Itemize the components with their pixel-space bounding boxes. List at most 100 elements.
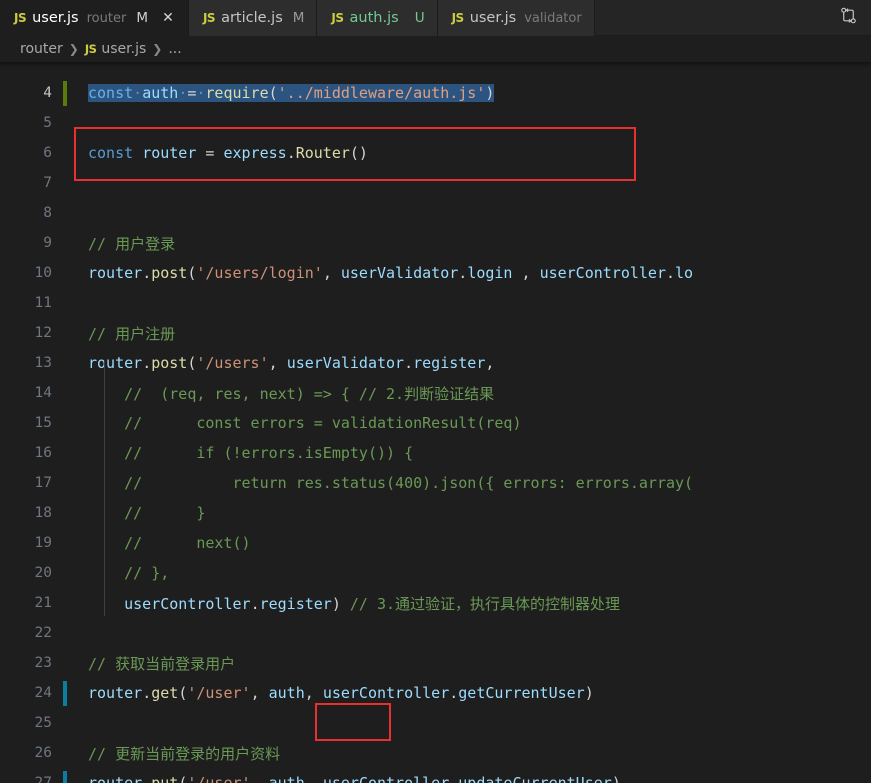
line-number: 15 — [34, 415, 52, 431]
code-line[interactable]: 15 // const errors = validationResult(re… — [0, 408, 871, 438]
line-number: 24 — [34, 685, 52, 701]
line-content: // 用户登录 — [88, 234, 176, 253]
code-line[interactable]: 20 // }, — [0, 558, 871, 588]
selection-highlight: const·auth·=·require('../middleware/auth… — [88, 84, 495, 102]
code-line[interactable] — [0, 62, 871, 78]
js-file-icon: JS — [84, 42, 97, 56]
line-content: router.post('/users/login', userValidato… — [88, 264, 694, 282]
line-content: router.post('/users', userValidator.regi… — [88, 354, 495, 372]
line-content: // 获取当前登录用户 — [88, 654, 236, 673]
editor-tab-bar: JS user.js router M ✕ JS article.js M JS… — [0, 0, 871, 36]
line-content: router.get('/user', auth, userController… — [88, 684, 594, 702]
indent-guide — [104, 361, 105, 616]
tab-label: auth.js — [349, 10, 399, 26]
line-number: 12 — [34, 325, 52, 341]
code-line[interactable]: 16 // if (!errors.isEmpty()) { — [0, 438, 871, 468]
tab-description: validator — [524, 10, 582, 26]
line-number: 23 — [34, 655, 52, 671]
tab-article-js[interactable]: JS article.js M — [188, 0, 318, 36]
code-line[interactable]: 14 // (req, res, next) => { // 2.判断验证结果 — [0, 378, 871, 408]
breadcrumb-separator-icon: ❯ — [68, 42, 79, 56]
line-number: 9 — [43, 235, 52, 251]
line-number: 25 — [34, 715, 52, 731]
line-content: userController.register) // 3.通过验证，执行具体的… — [124, 594, 621, 613]
line-content: // (req, res, next) => { // 2.判断验证结果 — [88, 384, 495, 403]
line-content: // 用户注册 — [88, 324, 176, 343]
code-editor[interactable]: 4 const·auth·=·require('../middleware/au… — [0, 62, 871, 783]
code-line[interactable]: 6 const router = express.Router() — [0, 138, 871, 168]
code-line[interactable]: 17 // return res.status(400).json({ erro… — [0, 468, 871, 498]
tab-status-badge: U — [414, 10, 425, 26]
code-line[interactable]: 7 — [0, 168, 871, 198]
js-file-icon: JS — [451, 11, 465, 25]
line-content: router.put('/user', auth, userController… — [88, 774, 621, 783]
line-number: 18 — [34, 505, 52, 521]
tab-bar-empty-space — [594, 0, 826, 35]
code-line[interactable]: 5 — [0, 108, 871, 138]
breadcrumb-item-file[interactable]: user.js — [101, 41, 146, 57]
js-file-icon: JS — [14, 11, 27, 25]
line-number: 21 — [34, 595, 52, 611]
js-file-icon: JS — [331, 11, 344, 25]
tab-label: user.js — [469, 10, 517, 26]
js-file-icon: JS — [202, 11, 216, 25]
breadcrumb-separator-icon: ❯ — [152, 42, 163, 56]
breadcrumb-item-more[interactable]: ... — [168, 41, 181, 57]
line-content: // }, — [88, 564, 170, 582]
code-line[interactable]: 22 — [0, 618, 871, 648]
line-number: 6 — [43, 145, 52, 161]
code-line[interactable]: 10 router.post('/users/login', userValid… — [0, 258, 871, 288]
code-line[interactable]: 26 // 更新当前登录的用户资料 — [0, 738, 871, 768]
vscode-editor-window: JS user.js router M ✕ JS article.js M JS… — [0, 0, 871, 783]
line-content: const·auth·=·require('../middleware/auth… — [62, 84, 871, 102]
line-number: 7 — [43, 175, 52, 191]
tab-label: user.js — [32, 10, 79, 26]
line-content: // if (!errors.isEmpty()) { — [88, 444, 414, 462]
line-number: 22 — [34, 625, 52, 641]
code-line[interactable]: 11 — [0, 288, 871, 318]
close-icon[interactable]: ✕ — [160, 11, 176, 25]
line-number: 10 — [34, 265, 52, 281]
line-number: 14 — [34, 385, 52, 401]
tab-user-js-router[interactable]: JS user.js router M ✕ — [0, 0, 189, 36]
code-line[interactable]: 18 // } — [0, 498, 871, 528]
line-number: 27 — [34, 775, 52, 783]
code-line[interactable]: 21 userController.register) // 3.通过验证，执行… — [0, 588, 871, 618]
line-number: 8 — [43, 205, 52, 221]
code-line[interactable]: 4 const·auth·=·require('../middleware/au… — [0, 78, 871, 108]
line-number: 26 — [34, 745, 52, 761]
line-content: // 更新当前登录的用户资料 — [88, 744, 281, 763]
tab-status-badge: M — [136, 10, 148, 26]
code-line[interactable]: 24 router.get('/user', auth, userControl… — [0, 678, 871, 708]
code-line[interactable]: 23 // 获取当前登录用户 — [0, 648, 871, 678]
code-line[interactable]: 27 router.put('/user', auth, userControl… — [0, 768, 871, 783]
code-line[interactable]: 8 — [0, 198, 871, 228]
line-content: // return res.status(400).json({ errors:… — [88, 474, 694, 492]
tab-auth-js[interactable]: JS auth.js U — [317, 0, 438, 36]
tab-user-js-validator[interactable]: JS user.js validator — [437, 0, 595, 36]
breadcrumb-item-folder[interactable]: router — [20, 41, 63, 57]
code-surface: 4 const·auth·=·require('../middleware/au… — [0, 62, 871, 783]
code-line[interactable]: 9 // 用户登录 — [0, 228, 871, 258]
tab-label: article.js — [221, 10, 283, 26]
line-number: 4 — [43, 85, 52, 101]
code-line[interactable]: 13 router.post('/users', userValidator.r… — [0, 348, 871, 378]
line-number: 20 — [34, 565, 52, 581]
line-number: 5 — [43, 115, 52, 131]
line-number: 11 — [34, 295, 52, 311]
line-number: 19 — [34, 535, 52, 551]
line-number: 13 — [34, 355, 52, 371]
line-content: // const errors = validationResult(req) — [88, 414, 522, 432]
breadcrumb: router ❯ JS user.js ❯ ... — [0, 36, 871, 62]
line-content: // } — [88, 504, 206, 522]
line-content: // next() — [88, 534, 251, 552]
line-number: 17 — [34, 475, 52, 491]
code-line[interactable]: 19 // next() — [0, 528, 871, 558]
code-line[interactable]: 12 // 用户注册 — [0, 318, 871, 348]
code-line[interactable]: 25 — [0, 708, 871, 738]
tab-status-badge: M — [292, 10, 305, 26]
line-number: 16 — [34, 445, 52, 461]
editor-actions — [826, 0, 871, 35]
compare-changes-icon[interactable] — [840, 7, 857, 28]
line-content: const router = express.Router() — [88, 144, 368, 162]
